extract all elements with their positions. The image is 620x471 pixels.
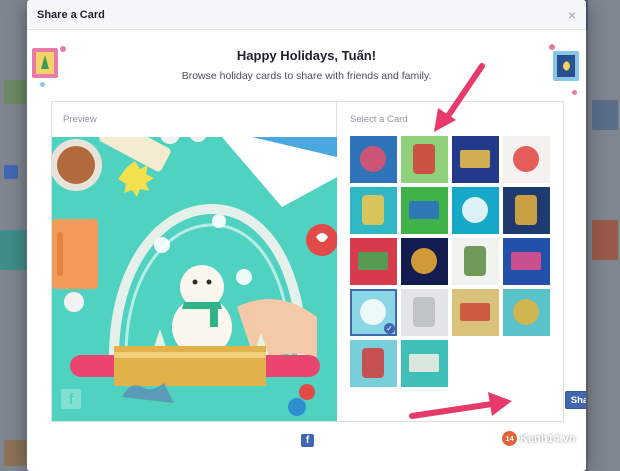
card-snowman-branch-thumbnail[interactable]: [452, 238, 499, 285]
card-stars-thumbnail[interactable]: [350, 136, 397, 183]
card-window-thumbnail[interactable]: [452, 136, 499, 183]
card-motif: [409, 201, 439, 219]
close-icon[interactable]: ×: [568, 7, 576, 23]
card-house-thumbnail[interactable]: [452, 187, 499, 234]
card-motif: [362, 195, 384, 225]
card-motif: [411, 248, 437, 274]
dialog-title: Share a Card: [37, 8, 105, 21]
card-pattern-thumbnail[interactable]: [452, 289, 499, 336]
greeting-heading: Happy Holidays, Tuấn!: [236, 48, 377, 63]
card-motif: [358, 252, 388, 270]
card-fireworks-thumbnail[interactable]: [401, 238, 448, 285]
facebook-footer-icon: f: [301, 434, 314, 447]
card-train-thumbnail[interactable]: [350, 340, 397, 387]
card-santa-thumbnail[interactable]: [503, 136, 550, 183]
card-motif: [464, 246, 486, 276]
card-motif: [460, 150, 490, 168]
card-cactus-thumbnail[interactable]: [350, 238, 397, 285]
card-preview-image: f: [52, 137, 337, 421]
card-motif: [413, 144, 435, 174]
card-motif: [362, 348, 384, 378]
card-paper-thumbnail[interactable]: [401, 289, 448, 336]
select-card-label: Select a Card: [350, 114, 408, 125]
preview-label: Preview: [63, 114, 97, 125]
card-snowglobe-thumbnail[interactable]: ✓: [350, 289, 397, 336]
selected-check-icon: ✓: [384, 323, 395, 334]
card-dreidels-thumbnail[interactable]: [503, 289, 550, 336]
snowglobe-illustration: [52, 137, 337, 421]
annotation-arrow-share: [409, 392, 512, 419]
kenh14-badge-icon: 14: [502, 431, 517, 446]
card-motif: [409, 354, 439, 372]
preview-pane: Preview f: [52, 102, 337, 421]
card-motif: [460, 303, 490, 321]
card-motif: [513, 299, 539, 325]
card-motif: [462, 197, 488, 223]
card-motif: [360, 146, 386, 172]
annotation-arrow-select: [434, 63, 485, 132]
card-gifts-thumbnail[interactable]: [503, 238, 550, 285]
background-left-column: [0, 0, 28, 471]
dialog-header: Share a Card ×: [27, 0, 586, 30]
intro-subtitle: Browse holiday cards to share with frien…: [181, 70, 432, 82]
card-forest-thumbnail[interactable]: [503, 187, 550, 234]
card-panel: Preview f Select a Card ✓ Sha: [51, 101, 586, 422]
kenh14-watermark-text: Kenh14.vn: [520, 432, 576, 445]
card-motif: [513, 146, 539, 172]
background-right-column: [588, 0, 620, 471]
card-selection-pane: Select a Card ✓ Share: [338, 102, 586, 421]
facebook-watermark-icon: f: [61, 389, 81, 409]
card-ornaments-thumbnail[interactable]: [350, 187, 397, 234]
card-bird-thumbnail[interactable]: [401, 136, 448, 183]
card-motif: [511, 252, 541, 270]
kenh14-watermark: 14 Kenh14.vn: [502, 431, 576, 446]
card-triangles-thumbnail[interactable]: [401, 187, 448, 234]
card-motif: [360, 299, 386, 325]
card-motif: [515, 195, 537, 225]
share-button[interactable]: Share: [565, 391, 586, 409]
card-grid: ✓: [350, 136, 555, 387]
intro-section: Happy Holidays, Tuấn! Browse holiday car…: [27, 30, 586, 102]
card-motif: [413, 297, 435, 327]
card-latte-thumbnail[interactable]: [401, 340, 448, 387]
